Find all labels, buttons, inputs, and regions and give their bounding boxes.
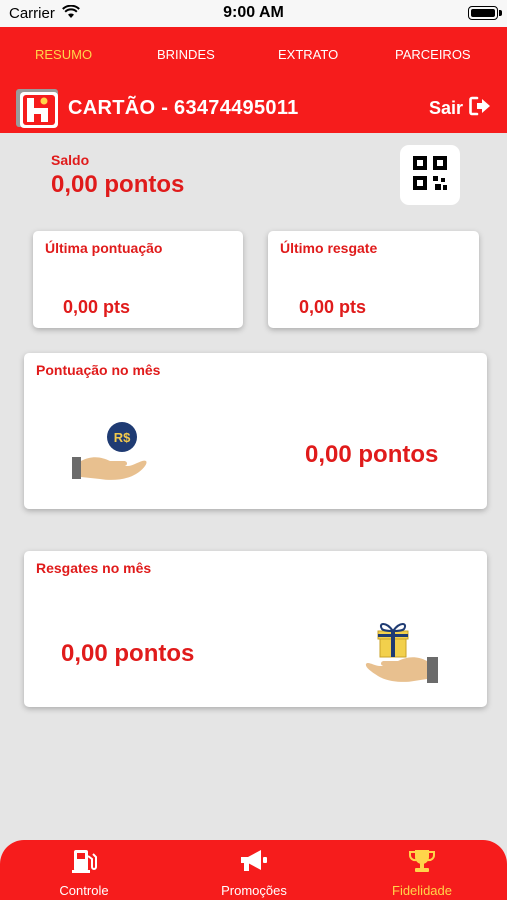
trophy-icon [362, 848, 482, 874]
status-bar: Carrier 9:00 AM [0, 0, 507, 27]
last-points-value: 0,00 pts [63, 297, 131, 317]
status-time: 9:00 AM [223, 4, 284, 21]
nav-promocoes[interactable]: Promoções [194, 848, 314, 898]
coin-symbol: R$ [114, 430, 131, 445]
sign-out-icon [469, 96, 491, 121]
brand-logo-icon [14, 86, 62, 130]
tab-extrato[interactable]: EXTRATO [278, 47, 338, 62]
nav-controle-label: Controle [59, 883, 109, 898]
last-redeem-label: Último resgate [280, 240, 378, 256]
nav-controle[interactable]: Controle [24, 848, 144, 898]
balance-label: Saldo [51, 152, 90, 168]
nav-fidelidade[interactable]: Fidelidade [362, 848, 482, 898]
qr-code-button[interactable] [400, 145, 460, 205]
month-points-label: Pontuação no mês [36, 362, 161, 378]
tab-parceiros[interactable]: PARCEIROS [395, 47, 471, 62]
month-redeems-value: 0,00 pontos [61, 640, 195, 667]
nav-fidelidade-label: Fidelidade [392, 883, 452, 898]
hand-gift-icon [364, 619, 440, 691]
app-header: RESUMO BRINDES EXTRATO PARCEIROS CARTÃO … [0, 27, 507, 133]
nav-promocoes-label: Promoções [221, 883, 287, 898]
last-redeem-value: 0,00 pts [299, 297, 367, 317]
month-redeems-card: Resgates no mês 0,00 pontos [24, 551, 487, 707]
month-redeems-label: Resgates no mês [36, 560, 152, 576]
bottom-navigation: Controle Promoções Fidelidade [0, 840, 507, 900]
balance-value: 0,00 pontos [51, 171, 185, 198]
hand-coin-icon: R$ [72, 421, 150, 485]
megaphone-icon [194, 848, 314, 874]
logout-label: Sair [428, 98, 463, 118]
battery-icon [468, 6, 502, 20]
card-number-title: CARTÃO - 63474495011 [68, 97, 299, 119]
last-redeem-card: Último resgate 0,00 pts [268, 231, 479, 328]
top-tabs: RESUMO BRINDES EXTRATO PARCEIROS [0, 27, 507, 81]
fuel-pump-icon [24, 848, 144, 874]
logout-button[interactable]: Sair [429, 96, 491, 121]
last-points-label: Última pontuação [45, 240, 163, 256]
month-points-value: 0,00 pontos [305, 441, 439, 468]
qr-code-icon [413, 155, 447, 195]
tab-resumo[interactable]: RESUMO [35, 47, 92, 62]
app-screen: Carrier 9:00 AM RESUMO BRINDES EXTRATO P… [0, 0, 507, 900]
last-points-card: Última pontuação 0,00 pts [33, 231, 243, 328]
tab-brindes[interactable]: BRINDES [157, 47, 215, 62]
month-points-card: Pontuação no mês R$ 0,00 pontos [24, 353, 487, 509]
